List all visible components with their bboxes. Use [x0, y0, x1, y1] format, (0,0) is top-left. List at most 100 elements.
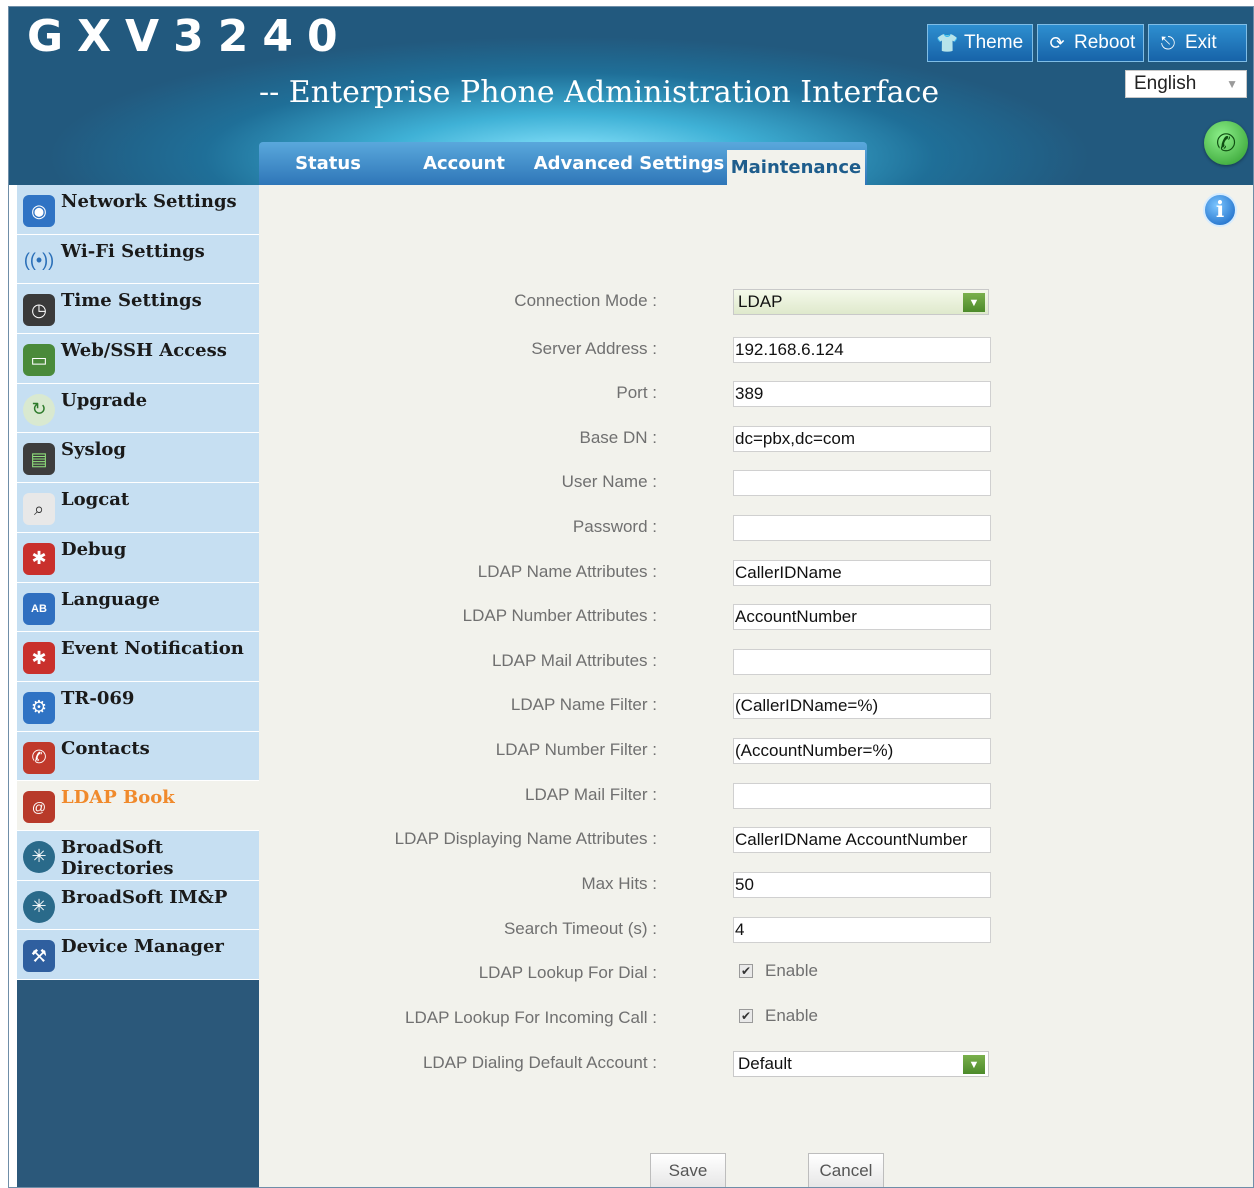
- ldap-displaying-name-attributes-label: LDAP Displaying Name Attributes :: [394, 829, 657, 848]
- lookup-for-incoming-control: ✔ Enable: [739, 1006, 818, 1026]
- sidebar-item-logcat[interactable]: ⌕ Logcat: [17, 483, 259, 533]
- form-row-search-timeout: Search Timeout (s) : 4: [259, 917, 1253, 943]
- ldap-number-filter-label: LDAP Number Filter :: [495, 740, 657, 759]
- product-logo: GXV3240: [27, 11, 352, 62]
- sidebar-item-label: Contacts: [61, 737, 150, 759]
- ldap-displaying-name-attributes-input[interactable]: CallerIDName AccountNumber: [733, 827, 991, 853]
- save-button[interactable]: Save: [650, 1153, 726, 1187]
- broadsoft-icon: ✳: [23, 890, 55, 923]
- dialing-default-account-label: LDAP Dialing Default Account :: [422, 1053, 657, 1072]
- exit-icon: ⎋: [1160, 32, 1176, 53]
- password-input[interactable]: [733, 515, 991, 541]
- tr069-icon: ⚙: [23, 691, 55, 724]
- connection-mode-label: Connection Mode :: [514, 291, 657, 310]
- ldap-name-attributes-input[interactable]: CallerIDName: [733, 560, 991, 586]
- sidebar-item-debug[interactable]: ✱ Debug: [17, 532, 259, 583]
- sidebar-item-language[interactable]: AB Language: [17, 582, 259, 633]
- max-hits-input[interactable]: 50: [733, 872, 991, 898]
- sidebar-item-label: BroadSoft IM&P: [61, 886, 228, 908]
- computer-icon: ▭: [23, 344, 55, 377]
- form-row-ldap-number-attributes: LDAP Number Attributes : AccountNumber: [259, 604, 1253, 630]
- syslog-icon: ▤: [23, 443, 55, 476]
- sidebar-item-label: Logcat: [61, 489, 130, 511]
- bug-icon: ✱: [23, 642, 55, 675]
- chevron-down-icon: ▼: [1226, 77, 1238, 91]
- port-input[interactable]: 389: [733, 381, 991, 407]
- ldap-mail-attributes-input[interactable]: [733, 649, 991, 675]
- dialing-default-account-value: Default: [738, 1054, 792, 1073]
- lookup-for-incoming-checkbox[interactable]: ✔: [739, 1009, 753, 1023]
- theme-button-label: Theme: [964, 32, 1024, 53]
- connection-mode-select[interactable]: LDAP ▼: [733, 289, 989, 315]
- form-row-ldap-mail-attributes: LDAP Mail Attributes :: [259, 649, 1253, 675]
- user-name-input[interactable]: [733, 470, 991, 496]
- sidebar-item-contacts[interactable]: ✆ Contacts: [17, 731, 259, 782]
- phone-book-icon: ✆: [23, 741, 55, 774]
- ldap-settings-panel: i Connection Mode : LDAP ▼ Server Addres…: [259, 185, 1253, 1187]
- sidebar-item-tr-069[interactable]: ⚙ TR-069: [17, 681, 259, 732]
- sidebar-item-ldap-book[interactable]: @ LDAP Book: [17, 781, 259, 831]
- ldap-mail-attributes-label: LDAP Mail Attributes :: [491, 651, 657, 670]
- ldap-mail-filter-label: LDAP Mail Filter :: [525, 785, 657, 804]
- lookup-for-dial-control: ✔ Enable: [739, 961, 818, 981]
- app-window: GXV3240 -- Enterprise Phone Administrati…: [8, 6, 1254, 1188]
- ldap-number-filter-input[interactable]: (AccountNumber=%): [733, 738, 991, 764]
- broadsoft-icon: ✳: [23, 840, 55, 873]
- form-row-ldap-number-filter: LDAP Number Filter : (AccountNumber=%): [259, 738, 1253, 764]
- user-name-label: User Name :: [561, 472, 657, 491]
- form-row-ldap-displaying-name-attributes: LDAP Displaying Name Attributes : Caller…: [259, 827, 1253, 853]
- lookup-for-incoming-label: LDAP Lookup For Incoming Call :: [405, 1008, 657, 1027]
- form-row-lookup-for-incoming: LDAP Lookup For Incoming Call : ✔ Enable: [259, 1006, 1253, 1032]
- bug-icon: ✱: [23, 542, 55, 575]
- form-row-base-dn: Base DN : dc=pbx,dc=com: [259, 426, 1253, 452]
- server-address-input[interactable]: 192.168.6.124: [733, 337, 991, 363]
- search-timeout-input[interactable]: 4: [733, 917, 991, 943]
- dialing-default-account-select[interactable]: Default ▼: [733, 1051, 989, 1077]
- phone-icon[interactable]: ✆: [1204, 121, 1248, 165]
- magnifier-icon: ⌕: [23, 493, 55, 526]
- tab-maintenance[interactable]: Maintenance: [727, 150, 865, 185]
- sidebar-item-network-settings[interactable]: ◉ Network Settings: [17, 185, 259, 235]
- info-icon[interactable]: i: [1203, 193, 1237, 227]
- sidebar-item-label: BroadSoft Directories: [61, 836, 174, 879]
- ldap-number-attributes-label: LDAP Number Attributes :: [462, 606, 657, 625]
- password-label: Password :: [572, 517, 657, 536]
- language-select[interactable]: English ▼: [1125, 70, 1247, 98]
- sidebar-item-label: LDAP Book: [61, 787, 175, 809]
- chevron-down-icon: ▼: [963, 1055, 985, 1074]
- sidebar-item-device-manager[interactable]: ⚒ Device Manager: [17, 930, 259, 980]
- form-row-ldap-name-attributes: LDAP Name Attributes : CallerIDName: [259, 560, 1253, 586]
- sidebar-item-web-ssh-access[interactable]: ▭ Web/SSH Access: [17, 334, 259, 384]
- tab-account[interactable]: Account: [397, 142, 531, 185]
- lookup-for-dial-label: LDAP Lookup For Dial :: [478, 963, 657, 982]
- reboot-button[interactable]: ⟳ Reboot: [1037, 24, 1144, 62]
- sidebar-item-label: Web/SSH Access: [61, 340, 227, 362]
- tab-advanced-settings[interactable]: Advanced Settings: [531, 142, 727, 185]
- sidebar-item-upgrade[interactable]: ↻ Upgrade: [17, 383, 259, 434]
- base-dn-input[interactable]: dc=pbx,dc=com: [733, 426, 991, 452]
- chevron-down-icon: ▼: [963, 293, 985, 312]
- sidebar-item-syslog[interactable]: ▤ Syslog: [17, 433, 259, 484]
- lookup-for-dial-enable-label: Enable: [765, 961, 818, 980]
- sidebar-item-time-settings[interactable]: ◷ Time Settings: [17, 284, 259, 335]
- sidebar-item-broadsoft-directories[interactable]: ✳ BroadSoft Directories: [17, 830, 259, 881]
- sidebar-item-label: Event Notification: [61, 638, 244, 660]
- form-row-lookup-for-dial: LDAP Lookup For Dial : ✔ Enable: [259, 961, 1253, 987]
- sidebar-item-wifi-settings[interactable]: ((•)) Wi-Fi Settings: [17, 234, 259, 285]
- sidebar-item-event-notification[interactable]: ✱ Event Notification: [17, 632, 259, 682]
- cancel-button[interactable]: Cancel: [808, 1153, 884, 1187]
- ldap-number-attributes-input[interactable]: AccountNumber: [733, 604, 991, 630]
- exit-button[interactable]: ⎋ Exit: [1148, 24, 1247, 62]
- tab-status[interactable]: Status: [259, 142, 397, 185]
- ldap-name-filter-input[interactable]: (CallerIDName=%): [733, 693, 991, 719]
- sidebar-item-broadsoft-imp[interactable]: ✳ BroadSoft IM&P: [17, 880, 259, 931]
- lookup-for-dial-checkbox[interactable]: ✔: [739, 964, 753, 978]
- form-row-max-hits: Max Hits : 50: [259, 872, 1253, 898]
- main-tabs: Status Account Advanced Settings Mainten…: [259, 142, 867, 185]
- server-address-label: Server Address :: [531, 339, 657, 358]
- network-icon: ◉: [23, 195, 55, 227]
- theme-button[interactable]: 👕 Theme: [927, 24, 1033, 62]
- form-row-dialing-default-account: LDAP Dialing Default Account : Default ▼: [259, 1051, 1253, 1077]
- ldap-mail-filter-input[interactable]: [733, 783, 991, 809]
- sidebar: ◉ Network Settings ((•)) Wi-Fi Settings …: [17, 185, 259, 1187]
